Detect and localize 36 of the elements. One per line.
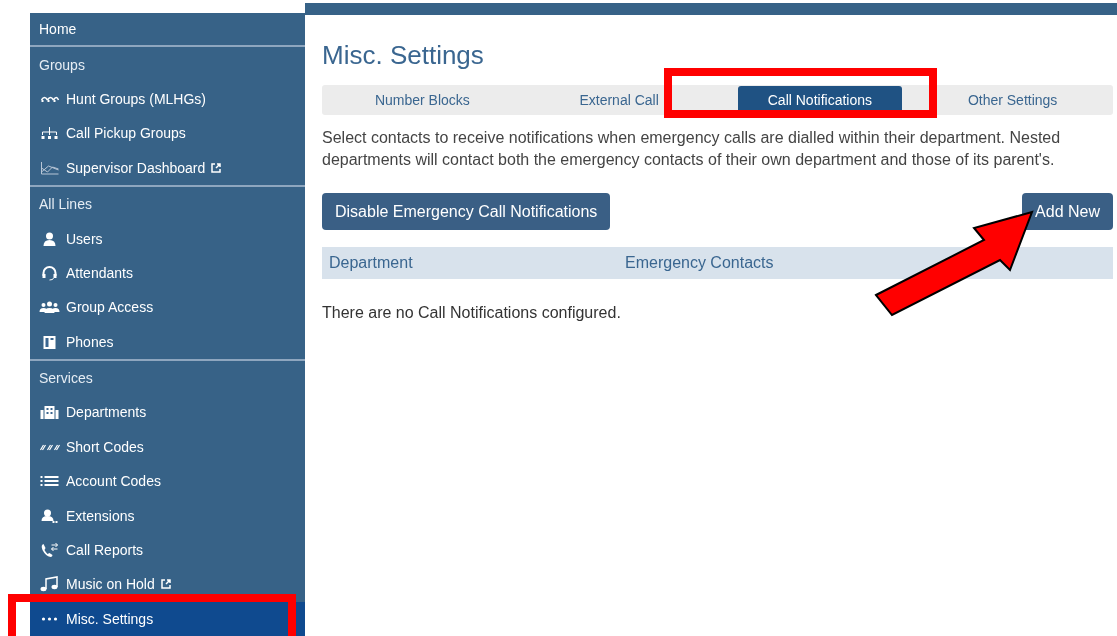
building-icon (39, 404, 60, 421)
tab[interactable]: Other Settings (924, 86, 1101, 114)
sidebar-item[interactable]: Users (30, 221, 305, 256)
sidebar-item[interactable]: Phones (30, 324, 305, 359)
column-header: Emergency Contacts (624, 254, 774, 272)
group-icon (39, 299, 60, 316)
sidebar-item[interactable]: Hunt Groups (MLHGs) (30, 81, 305, 117)
section-header: All Lines (39, 196, 92, 213)
sidebar-item[interactable]: Call Reports (30, 532, 305, 568)
user-extension-icon (39, 507, 60, 524)
music-note-icon (39, 576, 60, 593)
section-header: Groups (39, 56, 85, 73)
sidebar-item[interactable]: Account Codes (30, 464, 305, 499)
tab[interactable]: External Call (530, 86, 708, 114)
home-link[interactable]: Home (30, 13, 305, 48)
description: Select contacts to receive notifications when emergency calls are dialled within their department. Nested departments will contact both the emergency contacts of their own department and those of its parent's. (322, 128, 1062, 170)
sidebar-item[interactable]: Music on Hold (30, 567, 305, 602)
call-icon (39, 542, 60, 559)
sidebar-item[interactable]: Departments (30, 395, 305, 430)
section-header: Services (39, 370, 93, 387)
sidebar-item[interactable]: Misc. Settings (30, 601, 305, 636)
sidebar-item[interactable]: Supervisor Dashboard (30, 150, 305, 185)
sidebar-item[interactable]: Extensions (30, 498, 305, 533)
sidebar-item[interactable]: Short Codes (30, 429, 305, 465)
sidebar-item[interactable]: Group Access (30, 290, 305, 325)
sidebar-item[interactable]: Call Pickup Groups (30, 116, 305, 151)
column-header: Department (328, 254, 414, 272)
sidebar-item[interactable]: Attendants (30, 255, 305, 291)
empty-message: There are no Call Notifications configured. (322, 304, 622, 322)
disable-notifications-button[interactable]: Disable Emergency Call Notifications (322, 193, 611, 230)
dots-icon (39, 616, 60, 621)
add-new-button[interactable]: Add New (1022, 193, 1113, 230)
page-title: Misc. Settings (322, 40, 485, 71)
hierarchy-icon (39, 125, 60, 142)
chart-icon (39, 159, 60, 176)
tab[interactable]: Number Blocks (334, 86, 511, 114)
